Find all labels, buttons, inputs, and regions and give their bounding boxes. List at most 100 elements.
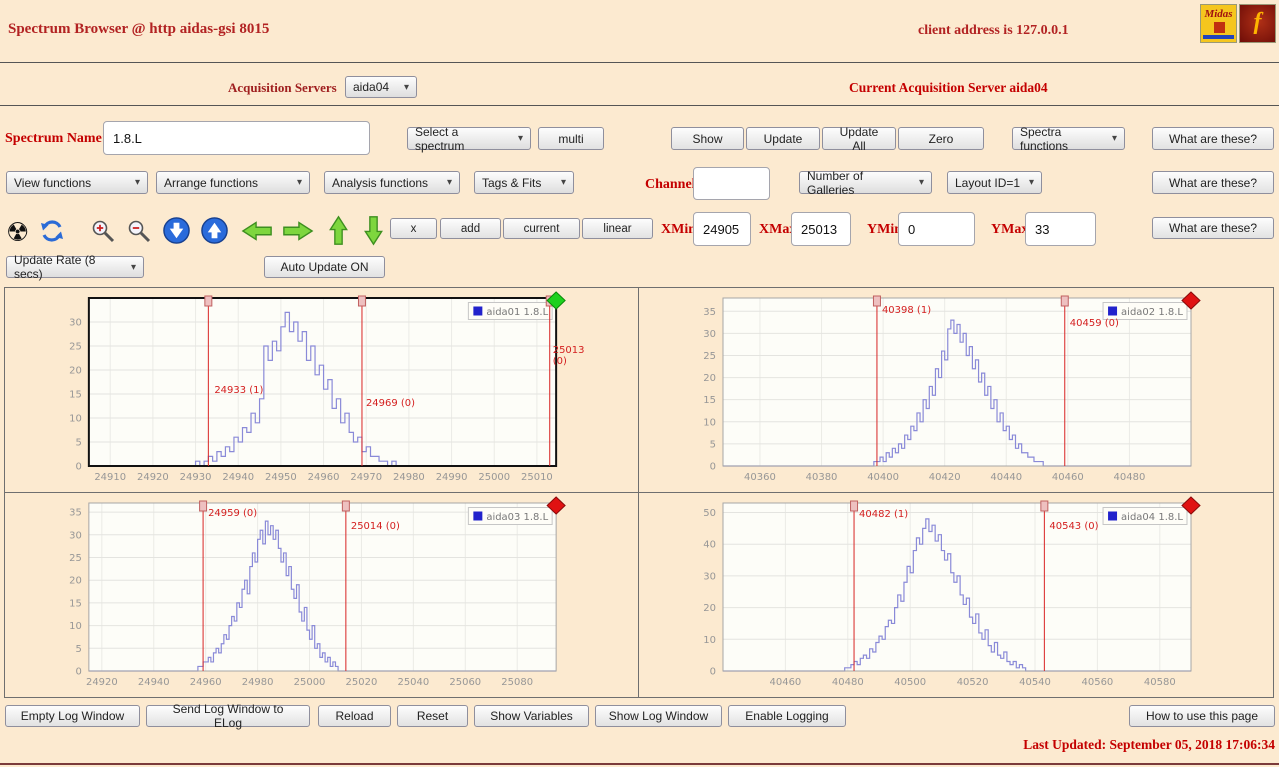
what-are-these-button-1[interactable]: What are these? xyxy=(1152,127,1274,150)
svg-text:40400: 40400 xyxy=(867,472,899,483)
scroll-up-circle-icon[interactable] xyxy=(200,216,229,250)
svg-text:0: 0 xyxy=(76,461,82,472)
reload-button[interactable]: Reload xyxy=(318,705,391,727)
svg-text:24970: 24970 xyxy=(350,472,382,483)
analysis-functions-dropdown[interactable]: Analysis functions ▾ xyxy=(324,171,460,194)
ymin-input[interactable] xyxy=(898,212,975,246)
arrange-functions-dropdown[interactable]: Arrange functions ▾ xyxy=(156,171,310,194)
svg-text:15: 15 xyxy=(69,389,82,400)
client-address: client address is 127.0.0.1 xyxy=(918,23,1069,39)
svg-text:30: 30 xyxy=(703,329,716,340)
chevron-down-icon: ▾ xyxy=(561,177,566,188)
view-functions-dropdown[interactable]: View functions ▾ xyxy=(6,171,148,194)
svg-text:20: 20 xyxy=(69,365,82,376)
tags-fits-dropdown[interactable]: Tags & Fits ▾ xyxy=(474,171,574,194)
linear-button[interactable]: linear xyxy=(582,218,653,239)
plot-area[interactable] xyxy=(723,298,1191,466)
refresh-icon[interactable] xyxy=(38,218,66,249)
spectra-functions-dropdown[interactable]: Spectra functions ▾ xyxy=(1012,127,1125,150)
marker-handle[interactable] xyxy=(205,296,212,306)
arrow-left-icon[interactable] xyxy=(241,220,273,247)
arrow-right-icon[interactable] xyxy=(282,220,314,247)
arrow-down-icon[interactable] xyxy=(363,215,384,251)
acquisition-server-select[interactable]: aida04 ▾ xyxy=(345,76,417,98)
chevron-down-icon: ▾ xyxy=(1029,177,1034,188)
show-variables-button[interactable]: Show Variables xyxy=(474,705,589,727)
marker-handle[interactable] xyxy=(1061,296,1068,306)
svg-text:30: 30 xyxy=(69,530,82,541)
arrow-up-icon[interactable] xyxy=(328,215,349,251)
zoom-in-icon[interactable] xyxy=(90,218,117,249)
reset-button[interactable]: Reset xyxy=(397,705,468,727)
marker-handle[interactable] xyxy=(358,296,365,306)
spectrum-chart-aida02[interactable]: 4036040380404004042040440404604048005101… xyxy=(639,288,1273,492)
fair-logo-text: f xyxy=(1240,9,1275,36)
chevron-down-icon: ▾ xyxy=(1112,133,1117,144)
show-log-window-button[interactable]: Show Log Window xyxy=(595,705,722,727)
svg-text:25060: 25060 xyxy=(449,677,481,688)
update-rate-dropdown[interactable]: Update Rate (8 secs) ▾ xyxy=(6,256,144,278)
show-button[interactable]: Show xyxy=(671,127,744,150)
plot-area[interactable] xyxy=(723,503,1191,671)
marker-label: 40543 (0) xyxy=(1049,521,1098,532)
chevron-down-icon: ▾ xyxy=(919,177,924,188)
xmin-input[interactable] xyxy=(693,212,751,246)
legend-label: aida02 1.8.L xyxy=(1121,307,1183,318)
spectrum-chart-aida04[interactable]: 4046040480405004052040540405604058001020… xyxy=(639,493,1273,697)
marker-handle[interactable] xyxy=(200,501,207,511)
select-spectrum-dropdown[interactable]: Select a spectrum ▾ xyxy=(407,127,531,150)
logo-group: Midas f xyxy=(1200,4,1276,43)
legend-label: aida01 1.8.L xyxy=(486,307,548,318)
update-all-button[interactable]: Update All xyxy=(822,127,896,150)
ymax-input[interactable] xyxy=(1025,212,1096,246)
empty-log-window-button[interactable]: Empty Log Window xyxy=(5,705,140,727)
arrange-functions-label: Arrange functions xyxy=(164,176,258,190)
send-log-window-button[interactable]: Send Log Window to ELog xyxy=(146,705,310,727)
auto-update-button[interactable]: Auto Update ON xyxy=(264,256,385,278)
svg-text:10: 10 xyxy=(69,621,82,632)
svg-text:25040: 25040 xyxy=(397,677,429,688)
what-are-these-button-2[interactable]: What are these? xyxy=(1152,171,1274,194)
zoom-out-icon[interactable] xyxy=(126,218,153,249)
channel-input[interactable] xyxy=(693,167,770,200)
marker-handle[interactable] xyxy=(342,501,349,511)
svg-text:5: 5 xyxy=(76,437,82,448)
add-button[interactable]: add xyxy=(440,218,501,239)
plot-area[interactable] xyxy=(89,503,556,671)
what-are-these-button-3[interactable]: What are these? xyxy=(1152,217,1274,239)
svg-text:40520: 40520 xyxy=(957,677,989,688)
svg-text:40460: 40460 xyxy=(1052,472,1084,483)
radiation-icon[interactable]: ☢ xyxy=(6,220,29,246)
legend-label: aida04 1.8.L xyxy=(1121,512,1183,523)
svg-text:24960: 24960 xyxy=(190,677,222,688)
current-button[interactable]: current xyxy=(503,218,580,239)
spectrum-chart-aida01[interactable]: 2491024920249302494024950249602497024980… xyxy=(5,288,638,492)
svg-text:24940: 24940 xyxy=(138,677,170,688)
marker-label: 25013 xyxy=(553,345,585,356)
spectrum-chart-aida03[interactable]: 2492024940249602498025000250202504025060… xyxy=(5,493,638,697)
svg-text:20: 20 xyxy=(703,373,716,384)
marker-handle[interactable] xyxy=(1041,501,1048,511)
enable-logging-button[interactable]: Enable Logging xyxy=(728,705,846,727)
marker-handle[interactable] xyxy=(873,296,880,306)
layout-id-label: Layout ID=1 xyxy=(955,176,1020,190)
legend-swatch xyxy=(473,307,482,316)
update-button[interactable]: Update xyxy=(746,127,820,150)
scroll-down-circle-icon[interactable] xyxy=(162,216,191,250)
svg-text:24930: 24930 xyxy=(180,472,212,483)
zero-button[interactable]: Zero xyxy=(898,127,984,150)
svg-text:0: 0 xyxy=(76,666,82,677)
spectrum-name-input[interactable] xyxy=(103,121,370,155)
plot-area[interactable] xyxy=(89,298,556,466)
svg-text:24980: 24980 xyxy=(393,472,425,483)
legend-label: aida03 1.8.L xyxy=(486,512,548,523)
multi-button[interactable]: multi xyxy=(538,127,604,150)
number-of-galleries-dropdown[interactable]: Number of Galleries ▾ xyxy=(799,171,932,194)
x-button[interactable]: x xyxy=(390,218,437,239)
xmax-input[interactable] xyxy=(791,212,851,246)
how-to-use-button[interactable]: How to use this page xyxy=(1129,705,1275,727)
svg-text:40420: 40420 xyxy=(929,472,961,483)
marker-handle[interactable] xyxy=(851,501,858,511)
view-functions-label: View functions xyxy=(14,176,91,190)
layout-id-dropdown[interactable]: Layout ID=1 ▾ xyxy=(947,171,1042,194)
